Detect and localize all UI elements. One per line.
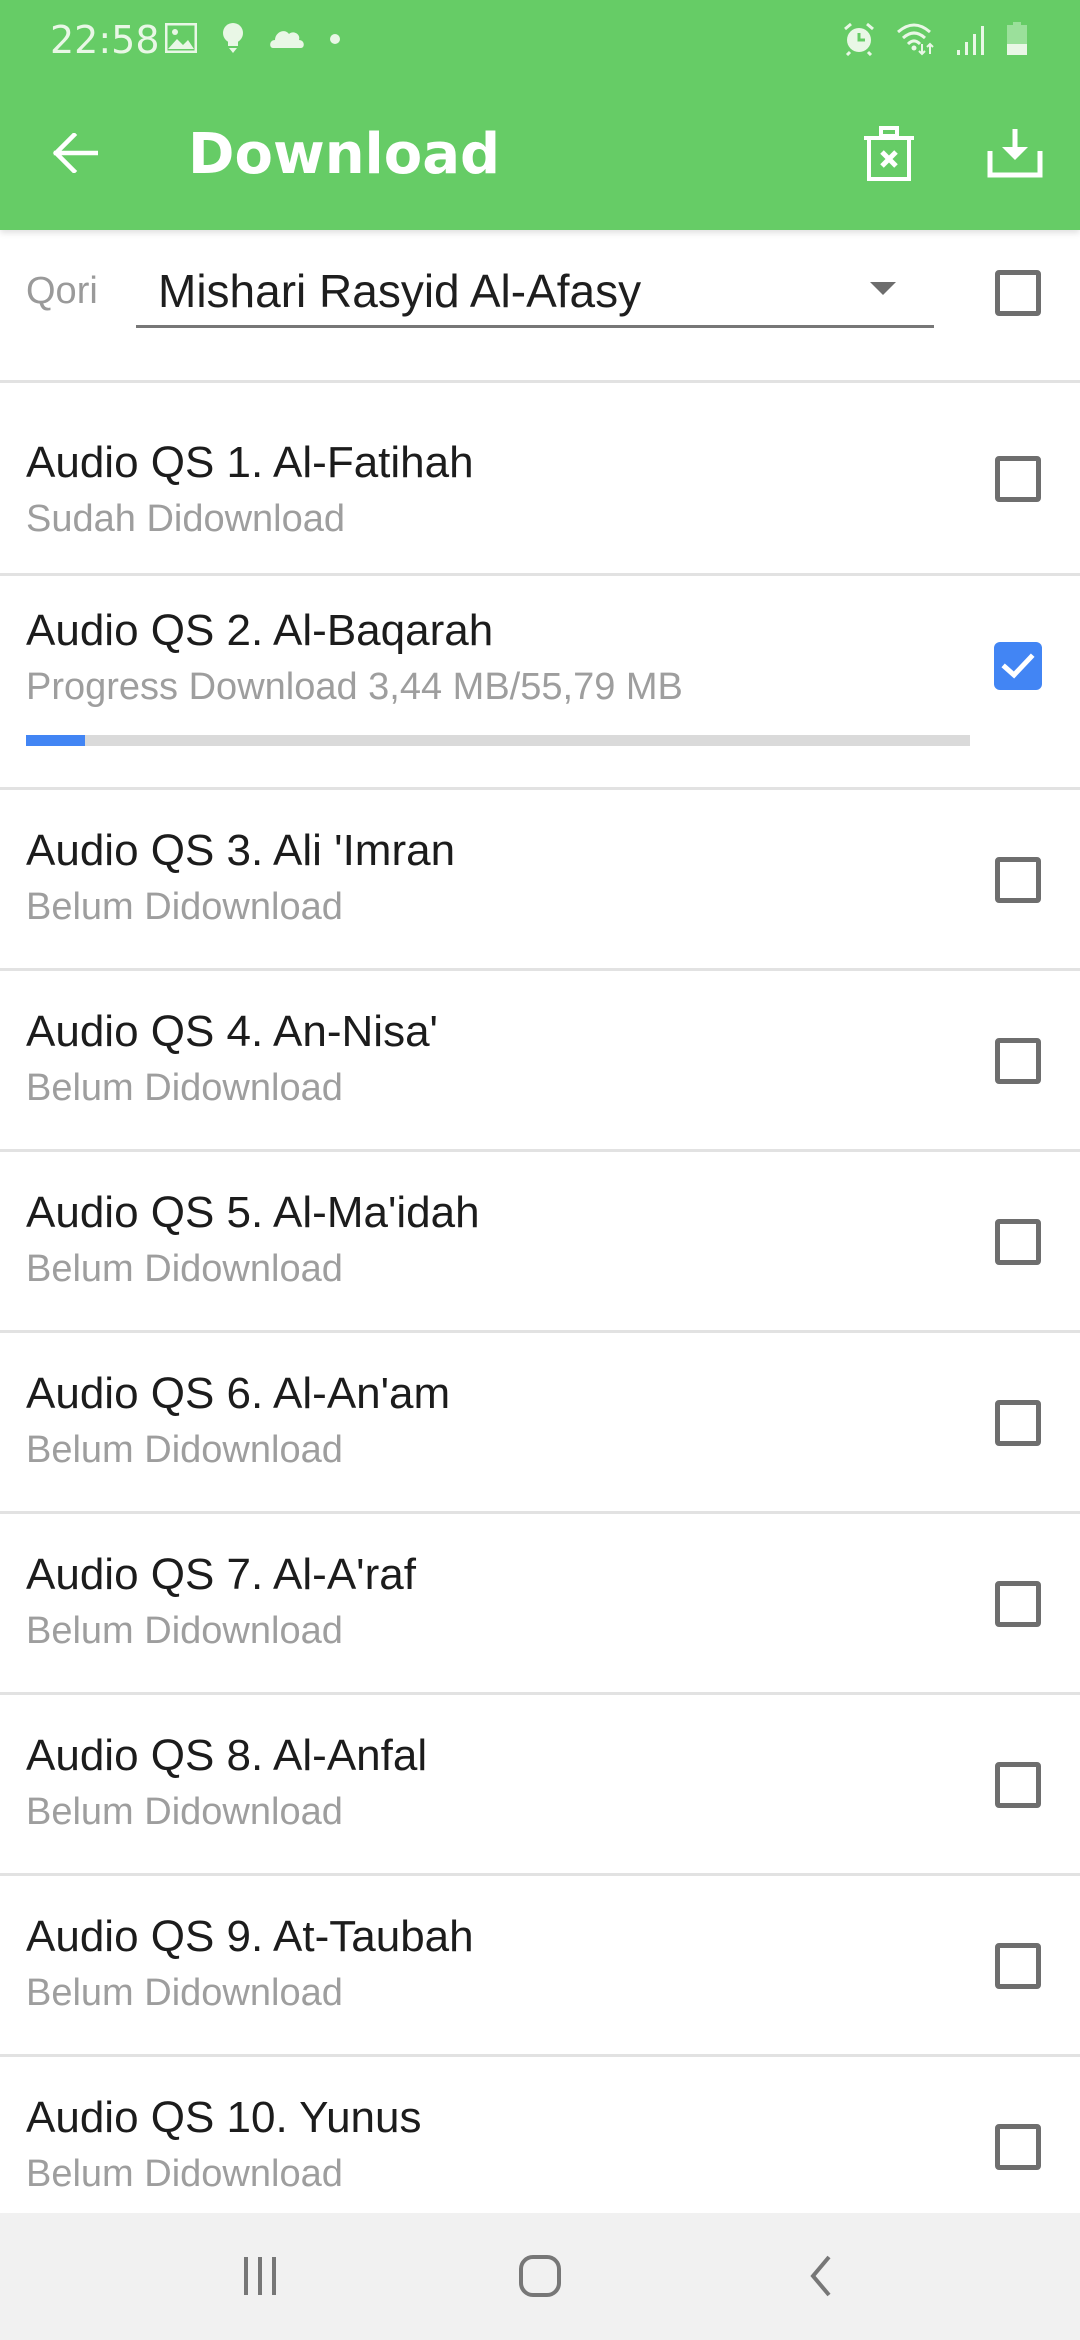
recent-apps-icon [240, 2255, 280, 2302]
wifi-icon [896, 22, 936, 61]
item-checkbox[interactable] [995, 456, 1041, 502]
qori-label: Qori [26, 270, 98, 312]
item-title: Audio QS 1. Al-Fatihah [26, 438, 474, 487]
list-item[interactable]: Audio QS 10. Yunus Belum Didownload [0, 2057, 1080, 2238]
item-status: Sudah Didownload [26, 498, 346, 540]
item-checkbox[interactable] [995, 857, 1041, 903]
item-status: Belum Didownload [26, 886, 343, 928]
item-title: Audio QS 9. At-Taubah [26, 1912, 474, 1961]
cloud-icon [269, 26, 305, 55]
battery-icon [1006, 22, 1028, 61]
page-title: Download [188, 122, 501, 187]
delete-all-button[interactable] [854, 120, 924, 190]
image-icon [164, 22, 198, 58]
status-time: 22:58 [50, 18, 160, 62]
trash-x-icon [863, 125, 915, 186]
item-checkbox[interactable] [995, 2124, 1041, 2170]
item-checkbox[interactable] [995, 1762, 1041, 1808]
item-title: Audio QS 4. An-Nisa' [26, 1007, 438, 1056]
select-all-checkbox[interactable] [995, 270, 1041, 316]
item-title: Audio QS 2. Al-Baqarah [26, 606, 494, 655]
toolbar: Download [0, 80, 1080, 230]
back-button[interactable] [40, 125, 110, 185]
recent-apps-button[interactable] [205, 2238, 315, 2318]
list-item[interactable]: Audio QS 8. Al-Anfal Belum Didownload [0, 1695, 1080, 1876]
list-item[interactable]: Audio QS 2. Al-Baqarah Progress Download … [0, 576, 1080, 790]
item-checkbox[interactable] [995, 1219, 1041, 1265]
item-status: Belum Didownload [26, 1610, 343, 1652]
item-status: Belum Didownload [26, 1972, 343, 2014]
item-status: Belum Didownload [26, 1067, 343, 1109]
download-progress-bar [26, 735, 970, 746]
download-all-button[interactable] [980, 120, 1050, 190]
list-item[interactable]: Audio QS 6. Al-An'am Belum Didownload [0, 1333, 1080, 1514]
item-title: Audio QS 8. Al-Anfal [26, 1731, 428, 1780]
download-progress-fill [26, 735, 85, 746]
item-checkbox[interactable] [995, 1581, 1041, 1627]
lightbulb-icon [221, 22, 245, 59]
list-item[interactable]: Audio QS 9. At-Taubah Belum Didownload [0, 1876, 1080, 2057]
qori-selected-value: Mishari Rasyid Al-Afasy [158, 265, 642, 317]
home-icon [518, 2254, 562, 2303]
item-checkbox[interactable] [994, 642, 1042, 690]
list-item[interactable]: Audio QS 7. Al-A'raf Belum Didownload [0, 1514, 1080, 1695]
item-title: Audio QS 10. Yunus [26, 2093, 422, 2142]
item-checkbox[interactable] [995, 1943, 1041, 1989]
item-status: Belum Didownload [26, 1791, 343, 1833]
item-status: Progress Download 3,44 MB/55,79 MB [26, 666, 683, 708]
list-item[interactable]: Audio QS 4. An-Nisa' Belum Didownload [0, 971, 1080, 1152]
download-icon [987, 127, 1043, 184]
item-status: Belum Didownload [26, 1248, 343, 1290]
list-item[interactable]: Audio QS 5. Al-Ma'idah Belum Didownload [0, 1152, 1080, 1333]
item-title: Audio QS 3. Ali 'Imran [26, 826, 456, 875]
home-button[interactable] [485, 2238, 595, 2318]
item-checkbox[interactable] [995, 1038, 1041, 1084]
item-checkbox[interactable] [995, 1400, 1041, 1446]
system-nav-bar [0, 2213, 1080, 2340]
item-title: Audio QS 7. Al-A'raf [26, 1550, 416, 1599]
item-title: Audio QS 5. Al-Ma'idah [26, 1188, 480, 1237]
item-status: Belum Didownload [26, 1429, 343, 1471]
back-nav-button[interactable] [765, 2238, 875, 2318]
dropdown-caret-icon [870, 282, 896, 295]
app-header: 22:58 Download [0, 0, 1080, 230]
dot-icon [329, 32, 341, 50]
alarm-icon [842, 22, 876, 61]
audio-list: Audio QS 1. Al-Fatihah Sudah Didownload Au… [0, 383, 1080, 2238]
item-title: Audio QS 6. Al-An'am [26, 1369, 451, 1418]
qori-row: Qori Mishari Rasyid Al-Afasy [0, 230, 1080, 383]
list-item[interactable]: Audio QS 3. Ali 'Imran Belum Didownload [0, 790, 1080, 971]
status-bar: 22:58 [0, 0, 1080, 80]
arrow-back-icon [52, 131, 99, 178]
qori-dropdown[interactable]: Mishari Rasyid Al-Afasy [136, 250, 934, 328]
signal-icon [956, 22, 986, 61]
list-item[interactable]: Audio QS 1. Al-Fatihah Sudah Didownload [0, 383, 1080, 576]
item-status: Belum Didownload [26, 2153, 343, 2195]
back-icon [805, 2254, 835, 2303]
